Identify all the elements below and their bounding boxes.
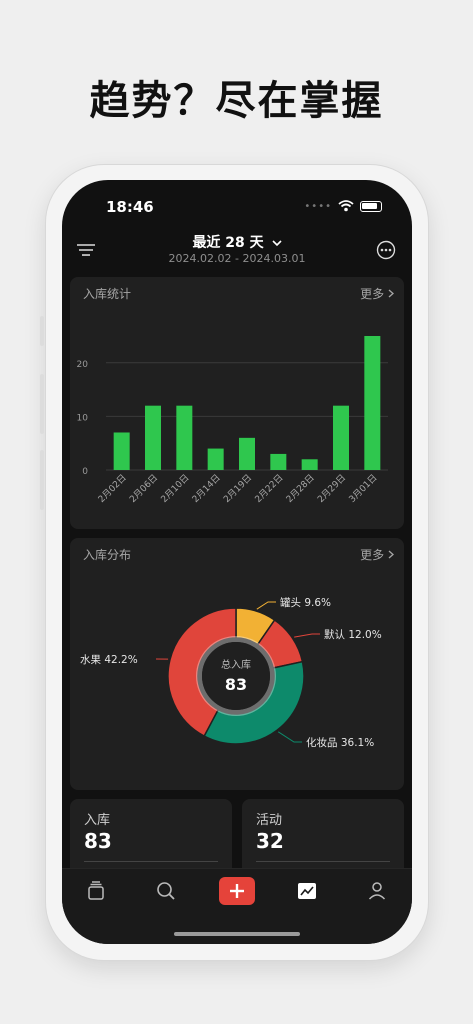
y-tick-label: 20 — [77, 360, 89, 370]
bar[interactable] — [301, 459, 318, 470]
bar[interactable] — [176, 405, 193, 470]
inbound-distribution-card: 入库分布 更多 总入库 83 罐头 9.6% 默认 12.0% 化妆品 36.1% 水果 … — [70, 538, 404, 790]
chart-icon[interactable] — [295, 879, 319, 903]
bar[interactable] — [364, 336, 381, 470]
x-tick-label: 2月22日 — [253, 472, 286, 505]
stat-value: 32 — [256, 829, 284, 853]
period-selector[interactable]: 最近 28 天 — [62, 232, 412, 252]
divider — [84, 861, 218, 862]
y-tick-label: 10 — [77, 413, 89, 423]
slice-label: 默认 12.0% — [324, 628, 382, 641]
bar-chart: 0 10 20 2月02日 2月06日 2月10日 2月14日 2月19日 2月22日 2月28日… — [77, 336, 388, 505]
x-tick-label: 2月19日 — [221, 472, 254, 505]
slice-label: 水果 42.2% — [80, 654, 138, 666]
leader-line — [277, 731, 302, 743]
stat-label: 活动 — [256, 813, 283, 828]
slice-label: 化妆品 36.1% — [306, 736, 374, 749]
headline: 趋势？尽在掌握 — [89, 78, 384, 124]
box-stack-icon[interactable] — [84, 879, 108, 903]
inbound-stats-card: 入库统计 更多 0 10 20 2月02日 2月06日 2月10日 2月14日 2月19日 2月… — [70, 277, 404, 529]
x-tick-label: 2月02日 — [96, 472, 129, 505]
x-tick-label: 2月06日 — [127, 472, 160, 505]
app-screen: 18:46 •••• 最近 28 天 2024.02.02 - 2024.03.… — [62, 180, 412, 944]
x-tick-label: 2月28日 — [284, 472, 317, 505]
leader-line — [256, 601, 276, 610]
phone-side-button — [40, 374, 44, 434]
x-tick-label: 2月14日 — [190, 472, 223, 505]
nav-bar: 最近 28 天 2024.02.02 - 2024.03.01 — [62, 232, 412, 272]
status-bar: 18:46 •••• — [62, 198, 412, 218]
person-icon[interactable] — [365, 879, 389, 903]
bar[interactable] — [207, 448, 224, 470]
stat-label: 入库 — [84, 813, 111, 828]
add-icon — [230, 884, 244, 898]
x-tick-label: 2月29日 — [315, 472, 348, 505]
stat-card-activity[interactable]: 活动 32 — [242, 799, 404, 879]
x-tick-label: 3月01日 — [347, 472, 380, 505]
chevron-down-icon — [271, 240, 282, 247]
bar[interactable] — [239, 437, 255, 470]
y-tick-label: 0 — [82, 467, 88, 477]
signal-icon: •••• — [304, 200, 332, 212]
bar[interactable] — [145, 405, 161, 470]
donut-center-value: 83 — [225, 675, 247, 694]
battery-icon — [360, 200, 382, 212]
slice-label: 罐头 9.6% — [280, 596, 331, 609]
wifi-icon — [338, 200, 354, 212]
period-range: 2024.02.02 - 2024.03.01 — [168, 252, 306, 265]
period-title: 最近 28 天 — [192, 235, 264, 251]
bar[interactable] — [333, 405, 349, 470]
stat-card-inbound[interactable]: 入库 83 — [70, 799, 232, 879]
status-time: 18:46 — [106, 198, 154, 216]
bar[interactable] — [113, 432, 130, 470]
x-tick-label: 2月10日 — [159, 472, 192, 505]
search-icon[interactable] — [154, 879, 178, 903]
donut-center-label: 总入库 — [221, 658, 251, 671]
donut-chart: 总入库 83 罐头 9.6% 默认 12.0% 化妆品 36.1% 水果 42.2% — [80, 596, 382, 749]
leader-line — [294, 633, 320, 638]
divider — [256, 861, 390, 862]
add-button[interactable] — [219, 877, 255, 905]
phone-side-button — [40, 450, 44, 510]
home-indicator — [174, 932, 300, 936]
stat-value: 83 — [84, 829, 112, 853]
phone-side-button — [40, 316, 44, 346]
more-options-icon[interactable] — [376, 240, 396, 260]
bar[interactable] — [270, 453, 287, 470]
